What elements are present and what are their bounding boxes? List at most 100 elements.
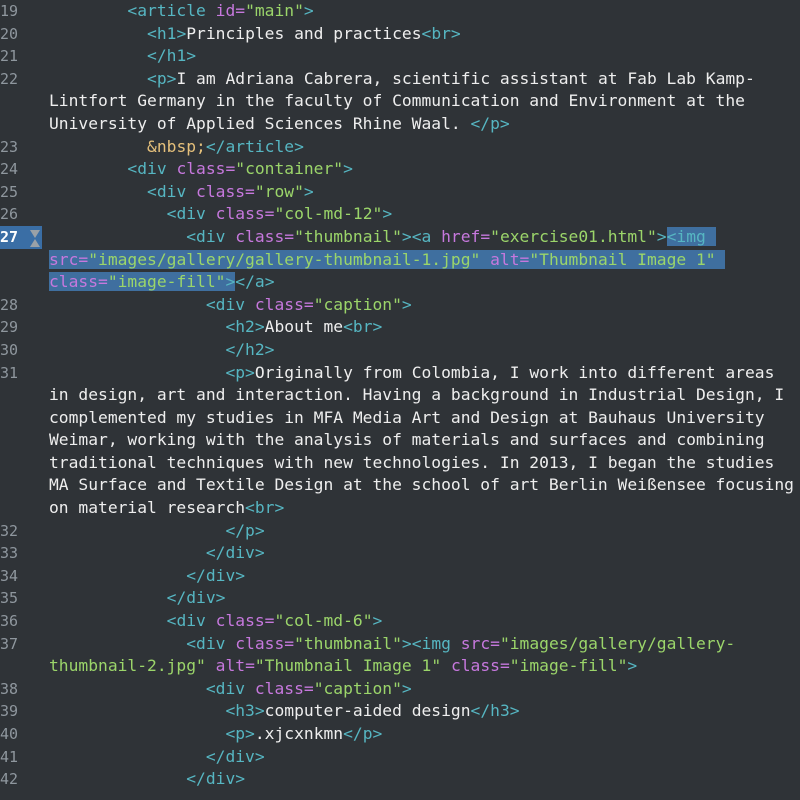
code-line[interactable]: 22 <p>I am Adriana Cabrera, scientific a…	[0, 68, 800, 136]
code-token-txt	[480, 249, 491, 269]
code-line[interactable]: 39 <h3>computer-aided design</h3>	[0, 700, 800, 723]
code-line[interactable]: 35 </div>	[0, 587, 800, 610]
code-token-tag: </h1>	[147, 46, 197, 66]
code-token-tag: </div>	[186, 565, 246, 585]
code-text[interactable]: <h3>computer-aided design</h3>	[42, 700, 800, 723]
code-line[interactable]: 32 </p>	[0, 520, 800, 543]
code-token-str: "Thumbnail Image 1"	[254, 656, 442, 676]
line-number: 41	[0, 747, 19, 766]
code-text[interactable]: </div>	[42, 565, 800, 588]
code-text[interactable]: </h2>	[42, 339, 800, 362]
code-text[interactable]: </div>	[42, 587, 800, 610]
code-editor[interactable]: 19 <article id="main"> 20 <h1>Principles …	[0, 0, 800, 800]
code-text[interactable]: <div class="caption">	[42, 294, 800, 317]
code-token-attr: class=	[450, 656, 510, 676]
code-text[interactable]: <article id="main">	[42, 0, 800, 23]
fold-marker-end-icon[interactable]	[30, 238, 40, 247]
code-line[interactable]: 30 </h2>	[0, 339, 800, 362]
code-token-tag: ><img	[401, 633, 461, 653]
code-token-tag: ><a	[401, 226, 442, 246]
line-number: 25	[0, 182, 19, 201]
code-lines[interactable]: 19 <article id="main"> 20 <h1>Principles …	[0, 0, 800, 791]
code-line[interactable]: 19 <article id="main">	[0, 0, 800, 23]
code-text[interactable]: <div class="thumbnail"><img src="images/…	[42, 633, 800, 678]
code-token-attr: class=	[254, 678, 314, 698]
code-line[interactable]: 36 <div class="col-md-6">	[0, 610, 800, 633]
code-text[interactable]: </h1>	[42, 45, 800, 68]
code-line[interactable]: 41 </div>	[0, 746, 800, 769]
code-token-tag: </p>	[343, 724, 383, 743]
code-text[interactable]: <p>I am Adriana Cabrera, scientific assi…	[42, 68, 800, 136]
code-token-attr: class=	[176, 159, 236, 179]
code-token-str: "col-md-6"	[274, 611, 373, 631]
code-line[interactable]: 28 <div class="caption">	[0, 294, 800, 317]
code-token-str: "col-md-12"	[274, 204, 383, 224]
code-token-tag: <h1>	[147, 23, 187, 43]
code-text[interactable]: <div class="col-md-6">	[42, 610, 800, 633]
line-number: 21	[0, 47, 19, 66]
code-line[interactable]: 26 <div class="col-md-12">	[0, 203, 800, 226]
code-line[interactable]: 38 <div class="caption">	[0, 678, 800, 701]
code-token-tag: <br>	[343, 317, 383, 337]
code-line[interactable]: 29 <h2>About me<br>	[0, 316, 800, 339]
code-line[interactable]: 37 <div class="thumbnail"><img src="imag…	[0, 633, 800, 678]
code-line[interactable]: 25 <div class="row">	[0, 181, 800, 204]
code-text[interactable]: <div class="caption">	[42, 678, 800, 701]
code-token-str: "container"	[235, 159, 344, 179]
code-text[interactable]: <p>Originally from Colombia, I work into…	[42, 362, 800, 520]
code-token-attr: id=	[215, 1, 246, 20]
code-line[interactable]: 27 <div class="thumbnail"><a href="exerc…	[0, 225, 800, 294]
code-token-str: "caption"	[313, 678, 402, 698]
code-token-str: "images/gallery/gallery-thumbnail-1.jpg"	[88, 249, 481, 269]
code-token-tag: <p>	[147, 68, 177, 88]
code-token-tag: >	[382, 204, 393, 224]
code-token-tag: <div	[205, 294, 255, 314]
code-text[interactable]: <h1>Principles and practices<br>	[42, 23, 800, 46]
code-text[interactable]: </div>	[42, 768, 800, 791]
code-token-tag: >	[303, 1, 314, 20]
code-line[interactable]: 33 </div>	[0, 542, 800, 565]
code-text[interactable]: <div class="container">	[42, 158, 800, 181]
code-text[interactable]: <h2>About me<br>	[42, 316, 800, 339]
code-text[interactable]: <div class="row">	[42, 181, 800, 204]
code-text[interactable]: <div class="col-md-12">	[42, 203, 800, 226]
code-line[interactable]: 40 <p>.xjcxnkmn</p>	[0, 723, 800, 746]
code-line[interactable]: 20 <h1>Principles and practices<br>	[0, 23, 800, 46]
code-token-str: "row"	[254, 181, 304, 201]
code-line[interactable]: 24 <div class="container">	[0, 158, 800, 181]
code-token-tag: <div	[127, 159, 177, 179]
code-text[interactable]: &nbsp;</article>	[42, 136, 800, 159]
code-line[interactable]: 34 </div>	[0, 565, 800, 588]
code-token-tag: </p>	[225, 520, 265, 540]
code-token-tag: </div>	[166, 588, 226, 608]
code-text[interactable]: </div>	[42, 746, 800, 769]
code-text[interactable]: <div class="thumbnail"><a href="exercise…	[42, 226, 800, 294]
code-line[interactable]: 42 </div>	[0, 768, 800, 791]
fold-marker-icon[interactable]	[30, 229, 40, 238]
code-token-attr: class=	[235, 633, 295, 653]
code-text[interactable]: </div>	[42, 542, 800, 565]
code-token-tag: <div	[147, 181, 197, 201]
code-token-str: "main"	[245, 1, 304, 20]
code-text[interactable]: <p>.xjcxnkmn</p>	[42, 723, 800, 746]
code-token-str: "caption"	[313, 294, 402, 314]
code-line[interactable]: 21 </h1>	[0, 45, 800, 68]
code-token-txt: Principles and practices	[186, 23, 422, 43]
line-number: 32	[0, 521, 19, 540]
code-text[interactable]: </p>	[42, 520, 800, 543]
line-number: 36	[0, 612, 19, 631]
code-line[interactable]: 23 &nbsp;</article>	[0, 136, 800, 159]
code-line[interactable]: 31 <p>Originally from Colombia, I work i…	[0, 362, 800, 520]
code-token-tag: <img	[666, 226, 716, 246]
code-token-tag: <h2>	[225, 317, 265, 337]
code-token-tag: </article>	[205, 136, 304, 156]
